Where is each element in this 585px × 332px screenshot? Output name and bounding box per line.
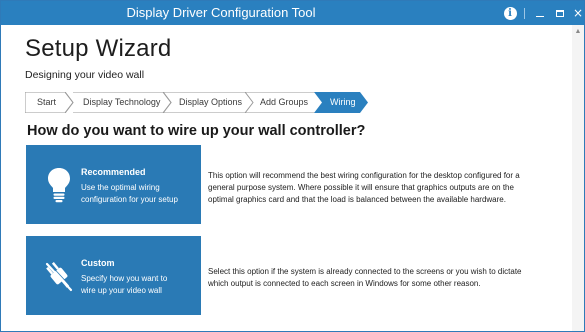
titlebar-divider xyxy=(524,8,525,19)
custom-option-explanation: Select this option if the system is alre… xyxy=(208,267,522,288)
minimize-icon xyxy=(536,15,544,17)
wiring-question-heading: How do you want to wire up your wall con… xyxy=(27,123,366,139)
page-subtitle: Designing your video wall xyxy=(25,69,145,81)
step-label: Wiring xyxy=(330,97,356,107)
app-window: Display Driver Configuration Tool i × ▲ … xyxy=(0,0,585,332)
step-add-groups[interactable]: Add Groups xyxy=(245,92,325,113)
vertical-scrollbar[interactable]: ▲ xyxy=(572,25,584,331)
step-wiring[interactable]: Wiring xyxy=(314,92,370,113)
info-button[interactable]: i xyxy=(499,1,521,25)
step-label: Start xyxy=(37,97,57,107)
scroll-up-arrow-icon[interactable]: ▲ xyxy=(572,27,584,37)
lightbulb-icon xyxy=(48,168,70,203)
option-description-text: Specify how you want to wire up your vid… xyxy=(81,274,168,295)
option-title: Recommended xyxy=(81,167,146,177)
step-label: Add Groups xyxy=(260,97,309,107)
recommended-option-button[interactable]: Recommended Use the optimal wiring confi… xyxy=(26,145,201,224)
step-label: Display Options xyxy=(179,97,243,107)
option-description: Use the optimal wiring configuration for… xyxy=(81,182,199,206)
title-bar[interactable]: Display Driver Configuration Tool i × xyxy=(1,1,584,25)
step-display-options[interactable]: Display Options xyxy=(163,92,255,113)
custom-option-button[interactable]: Custom Specify how you want to wire up y… xyxy=(26,236,201,315)
close-icon: × xyxy=(572,6,584,20)
plug-icon xyxy=(45,262,74,292)
step-display-technology[interactable]: Display Technology xyxy=(65,92,173,113)
window-title: Display Driver Configuration Tool xyxy=(126,5,316,20)
step-label: Display Technology xyxy=(83,97,161,107)
close-button[interactable]: × xyxy=(567,1,585,25)
recommended-option-explanation: This option will recommend the best wiri… xyxy=(208,171,520,204)
option-title: Custom xyxy=(81,258,115,268)
option-description: Specify how you want to wire up your vid… xyxy=(81,273,199,297)
minimize-button[interactable] xyxy=(529,1,551,25)
page-title: Setup Wizard xyxy=(25,35,172,62)
info-icon: i xyxy=(503,6,517,20)
wizard-steps-breadcrumb: Start Display Technology Display Options xyxy=(25,92,370,113)
option-description-text: Use the optimal wiring configuration for… xyxy=(81,183,178,204)
maximize-icon xyxy=(556,9,564,17)
